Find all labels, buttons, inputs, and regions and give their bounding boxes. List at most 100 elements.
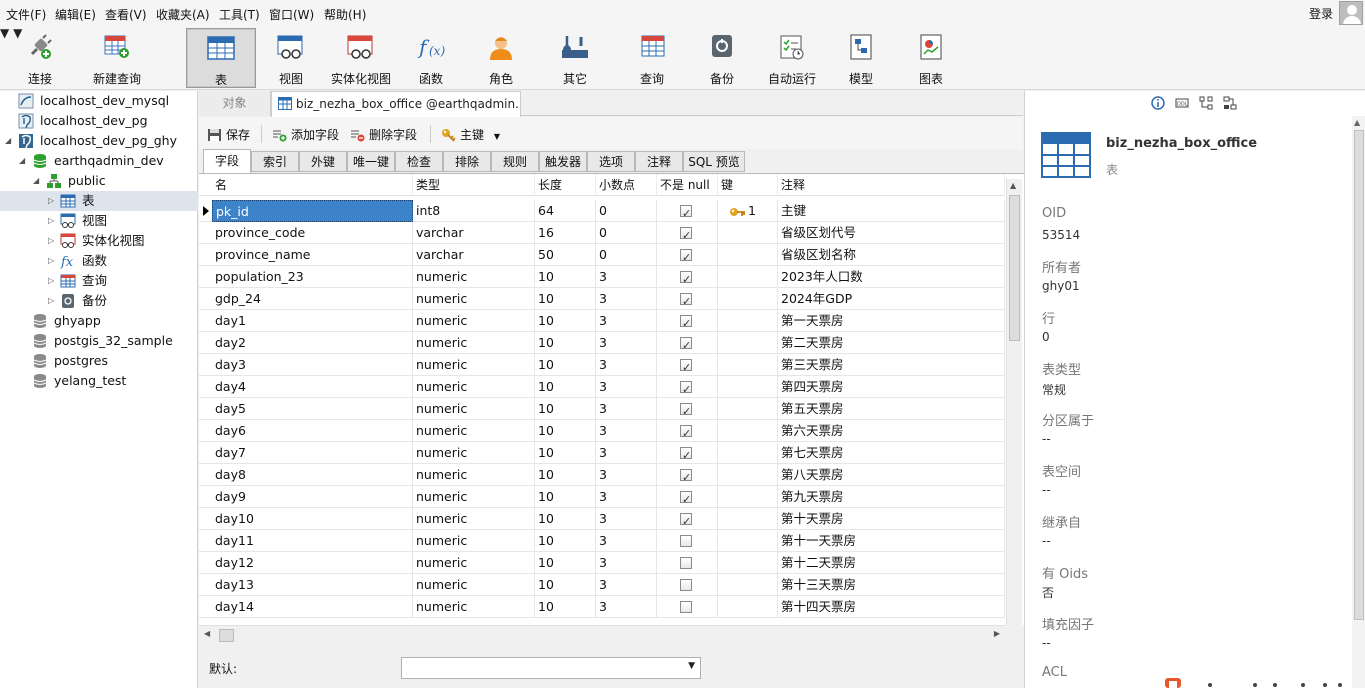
tree-conn-mysql[interactable]: localhost_dev_mysql: [0, 91, 198, 111]
cell-decimal[interactable]: 0: [596, 222, 657, 244]
connect-button[interactable]: 连接: [8, 28, 72, 88]
cell-length[interactable]: 10: [535, 596, 596, 618]
cell-type[interactable]: numeric: [413, 398, 535, 420]
cell-key[interactable]: [718, 596, 778, 618]
cell-key[interactable]: [718, 266, 778, 288]
cell-key[interactable]: [718, 464, 778, 486]
cell-length[interactable]: 10: [535, 486, 596, 508]
cell-length[interactable]: 10: [535, 332, 596, 354]
table-row[interactable]: day2 numeric 10 3 第二天票房: [199, 332, 1005, 354]
not-null-checkbox[interactable]: [680, 535, 692, 547]
cell-not-null[interactable]: [657, 574, 718, 596]
cell-decimal[interactable]: 3: [596, 376, 657, 398]
cell-comment[interactable]: 第十三天票房: [778, 574, 1005, 596]
cell-key[interactable]: [718, 552, 778, 574]
cell-length[interactable]: 10: [535, 288, 596, 310]
cell-decimal[interactable]: 3: [596, 398, 657, 420]
cell-comment[interactable]: 第二天票房: [778, 332, 1005, 354]
tree-db-yelang[interactable]: yelang_test: [0, 371, 198, 391]
not-null-checkbox[interactable]: [680, 489, 692, 508]
cell-not-null[interactable]: [657, 244, 718, 266]
info-panel-scrollbar[interactable]: ▲: [1352, 116, 1365, 688]
subtab-checks[interactable]: 检查: [395, 151, 443, 172]
subtab-fields[interactable]: 字段: [203, 149, 251, 173]
collapsed-arrow-icon[interactable]: ▷: [48, 291, 54, 311]
er-diagram-icon[interactable]: [1199, 96, 1213, 110]
cell-name[interactable]: day11: [212, 530, 413, 552]
not-null-checkbox[interactable]: [680, 445, 692, 464]
not-null-checkbox[interactable]: [680, 379, 692, 398]
col-header-not-null[interactable]: 不是 null: [657, 174, 718, 196]
subtab-comment[interactable]: 注释: [635, 151, 683, 172]
tree-db-postgis[interactable]: postgis_32_sample: [0, 331, 198, 351]
cell-type[interactable]: numeric: [413, 574, 535, 596]
cell-name[interactable]: population_23: [212, 266, 413, 288]
cell-not-null[interactable]: [657, 310, 718, 332]
tab-table-design[interactable]: biz_nezha_box_office @earthqadmin...: [271, 91, 521, 117]
user-avatar-icon[interactable]: [1339, 1, 1363, 25]
subtab-excludes[interactable]: 排除: [443, 151, 491, 172]
cell-not-null[interactable]: [657, 596, 718, 618]
col-header-length[interactable]: 长度: [535, 174, 596, 196]
save-button[interactable]: 保存: [207, 126, 250, 143]
collapsed-arrow-icon[interactable]: ▷: [48, 271, 54, 291]
cell-decimal[interactable]: 0: [596, 200, 657, 222]
cell-decimal[interactable]: 3: [596, 354, 657, 376]
cell-comment[interactable]: 2023年人口数: [778, 266, 1005, 288]
cell-type[interactable]: numeric: [413, 464, 535, 486]
cell-name[interactable]: day9: [212, 486, 413, 508]
cell-type[interactable]: numeric: [413, 332, 535, 354]
cell-comment[interactable]: 第十四天票房: [778, 596, 1005, 618]
cell-not-null[interactable]: [657, 508, 718, 530]
subtab-sql-preview[interactable]: SQL 预览: [683, 151, 745, 172]
table-row[interactable]: day8 numeric 10 3 第八天票房: [199, 464, 1005, 486]
cell-key[interactable]: [718, 574, 778, 596]
cell-name[interactable]: gdp_24: [212, 288, 413, 310]
cell-decimal[interactable]: 3: [596, 310, 657, 332]
subtab-indexes[interactable]: 索引: [251, 151, 299, 172]
model-button[interactable]: 模型: [830, 28, 892, 88]
cell-decimal[interactable]: 3: [596, 486, 657, 508]
cell-not-null[interactable]: [657, 376, 718, 398]
table-button[interactable]: 表: [186, 28, 256, 88]
not-null-checkbox[interactable]: [680, 203, 692, 222]
cell-comment[interactable]: 第十天票房: [778, 508, 1005, 530]
cell-key[interactable]: [718, 354, 778, 376]
scroll-up-icon[interactable]: ▲: [1354, 118, 1360, 127]
cell-type[interactable]: numeric: [413, 266, 535, 288]
collapsed-arrow-icon[interactable]: ▷: [48, 211, 54, 231]
cell-type[interactable]: numeric: [413, 288, 535, 310]
not-null-checkbox[interactable]: [680, 313, 692, 332]
subtab-rules[interactable]: 规则: [491, 151, 539, 172]
table-row[interactable]: day7 numeric 10 3 第七天票房: [199, 442, 1005, 464]
cell-name[interactable]: pk_id: [212, 200, 413, 222]
subtab-triggers[interactable]: 触发器: [539, 151, 587, 172]
cell-length[interactable]: 50: [535, 244, 596, 266]
cell-decimal[interactable]: 3: [596, 596, 657, 618]
materialized-view-button[interactable]: 实体化视图: [326, 28, 396, 88]
cell-type[interactable]: numeric: [413, 530, 535, 552]
cell-comment[interactable]: 第三天票房: [778, 354, 1005, 376]
cell-comment[interactable]: 第六天票房: [778, 420, 1005, 442]
scroll-up-icon[interactable]: ▲: [1010, 181, 1016, 190]
table-row[interactable]: day4 numeric 10 3 第四天票房: [199, 376, 1005, 398]
cell-name[interactable]: day10: [212, 508, 413, 530]
cell-name[interactable]: day7: [212, 442, 413, 464]
cell-key[interactable]: [718, 420, 778, 442]
table-row[interactable]: province_code varchar 16 0 省级区划代号: [199, 222, 1005, 244]
cell-not-null[interactable]: [657, 332, 718, 354]
cell-length[interactable]: 10: [535, 552, 596, 574]
add-field-button[interactable]: 添加字段: [272, 126, 339, 143]
not-null-checkbox[interactable]: [680, 557, 692, 569]
menu-window[interactable]: 窗口(W): [269, 6, 314, 23]
tree-node-materialized-views[interactable]: ▷ 实体化视图: [0, 231, 198, 251]
table-row[interactable]: day6 numeric 10 3 第六天票房: [199, 420, 1005, 442]
tree-db-postgres[interactable]: postgres: [0, 351, 198, 371]
cell-type[interactable]: varchar: [413, 244, 535, 266]
cell-name[interactable]: day8: [212, 464, 413, 486]
cell-name[interactable]: province_code: [212, 222, 413, 244]
tree-node-tables[interactable]: ▷ 表: [0, 191, 198, 211]
menu-help[interactable]: 帮助(H): [324, 6, 366, 23]
cell-type[interactable]: numeric: [413, 596, 535, 618]
menu-file[interactable]: 文件(F): [6, 6, 46, 23]
